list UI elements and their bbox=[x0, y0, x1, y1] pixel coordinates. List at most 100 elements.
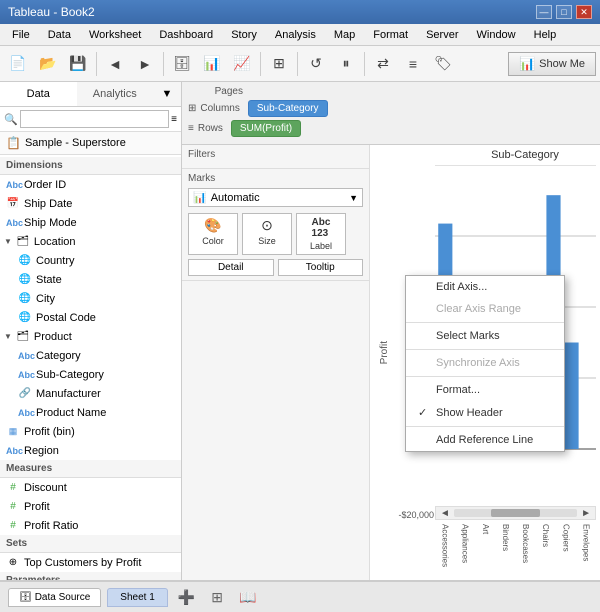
menu-help[interactable]: Help bbox=[526, 27, 565, 43]
tooltip-btn[interactable]: Tooltip bbox=[278, 259, 364, 276]
toolbar-chart2[interactable]: 📈 bbox=[228, 50, 256, 78]
toolbar-fwd[interactable]: ► bbox=[131, 50, 159, 78]
maximize-button[interactable]: □ bbox=[556, 5, 572, 19]
ctx-sep-3 bbox=[406, 376, 564, 377]
field-top-customers[interactable]: ⊕ Top Customers by Profit bbox=[0, 553, 181, 572]
toolbar-new[interactable]: 📄 bbox=[4, 50, 32, 78]
ctx-label: Format... bbox=[436, 384, 480, 396]
marks-label: Marks bbox=[188, 173, 363, 184]
label-btn[interactable]: Abc123 Label bbox=[296, 213, 346, 255]
datasource-tab-label: Data Source bbox=[35, 592, 91, 603]
menu-story[interactable]: Story bbox=[223, 27, 265, 43]
ctx-select-marks[interactable]: Select Marks bbox=[406, 325, 564, 347]
toolbar-back[interactable]: ◄ bbox=[101, 50, 129, 78]
sheet1-label: Sheet 1 bbox=[120, 592, 154, 603]
toolbar-filter[interactable]: ⊞ bbox=[265, 50, 293, 78]
menu-data[interactable]: Data bbox=[40, 27, 79, 43]
toolbar-sep-3 bbox=[260, 52, 261, 76]
menu-file[interactable]: File bbox=[4, 27, 38, 43]
ctx-add-ref-line[interactable]: Add Reference Line bbox=[406, 429, 564, 451]
app-title: Tableau - Book2 bbox=[8, 5, 95, 19]
field-product-name[interactable]: Abc Product Name bbox=[0, 403, 181, 422]
field-profit-ratio[interactable]: # Profit Ratio bbox=[0, 516, 181, 535]
expand-icon: ▼ bbox=[4, 237, 12, 246]
menu-map[interactable]: Map bbox=[326, 27, 363, 43]
field-sub-category[interactable]: Abc Sub-Category bbox=[0, 365, 181, 384]
toolbar-open[interactable]: 📂 bbox=[34, 50, 62, 78]
left-panel: Data Analytics ▼ 🔍 ≡ 📋 Sample - Supersto… bbox=[0, 82, 182, 580]
toolbar-chart1[interactable]: 📊 bbox=[198, 50, 226, 78]
ctx-format[interactable]: Format... bbox=[406, 379, 564, 401]
group-location[interactable]: ▼ 🗂 Location bbox=[0, 232, 181, 251]
menu-window[interactable]: Window bbox=[469, 27, 524, 43]
detail-btn[interactable]: Detail bbox=[188, 259, 274, 276]
field-order-id[interactable]: Abc Order ID bbox=[0, 175, 181, 194]
datasource-tab[interactable]: 🗄 Data Source bbox=[8, 588, 101, 607]
menu-dashboard[interactable]: Dashboard bbox=[151, 27, 221, 43]
ctx-sep-4 bbox=[406, 426, 564, 427]
minimize-button[interactable]: — bbox=[536, 5, 552, 19]
close-button[interactable]: ✕ bbox=[576, 5, 592, 19]
field-label: State bbox=[36, 274, 62, 286]
toolbar-refresh[interactable]: ↺ bbox=[302, 50, 330, 78]
chart-title: Sub-Category bbox=[370, 145, 600, 163]
menu-server[interactable]: Server bbox=[418, 27, 466, 43]
tab-data[interactable]: Data bbox=[0, 82, 77, 106]
sheet1-tab[interactable]: Sheet 1 bbox=[107, 588, 167, 607]
field-label: Top Customers by Profit bbox=[24, 557, 141, 569]
show-me-button[interactable]: 📊 Show Me bbox=[508, 52, 596, 76]
abc-icon: Abc bbox=[18, 370, 32, 380]
field-country[interactable]: 🌐 Country bbox=[0, 251, 181, 270]
menu-worksheet[interactable]: Worksheet bbox=[81, 27, 149, 43]
scroll-thumb[interactable] bbox=[491, 509, 540, 517]
field-state[interactable]: 🌐 State bbox=[0, 270, 181, 289]
field-postal-code[interactable]: 🌐 Postal Code bbox=[0, 308, 181, 327]
panel-options-btn[interactable]: ▼ bbox=[153, 82, 181, 106]
new-dashboard-icon: ⊞ bbox=[211, 589, 223, 606]
title-bar: Tableau - Book2 — □ ✕ bbox=[0, 0, 600, 24]
scroll-right-btn[interactable]: ► bbox=[579, 508, 593, 519]
marks-type-label: Automatic bbox=[211, 192, 260, 204]
group-product[interactable]: ▼ 🗂 Product bbox=[0, 327, 181, 346]
field-discount[interactable]: # Discount bbox=[0, 478, 181, 497]
field-profit-bin[interactable]: ▦ Profit (bin) bbox=[0, 422, 181, 441]
field-city[interactable]: 🌐 City bbox=[0, 289, 181, 308]
globe-icon: 🌐 bbox=[18, 312, 32, 323]
menu-format[interactable]: Format bbox=[365, 27, 416, 43]
tab-analytics[interactable]: Analytics bbox=[77, 82, 154, 106]
dropdown-arrow: ▼ bbox=[349, 193, 358, 203]
color-btn[interactable]: 🎨 Color bbox=[188, 213, 238, 255]
field-ship-mode[interactable]: Abc Ship Mode bbox=[0, 213, 181, 232]
sort-fields-icon[interactable]: ≡ bbox=[171, 114, 177, 125]
size-icon: ⊙ bbox=[261, 217, 273, 234]
marks-type-dropdown[interactable]: 📊 Automatic ▼ bbox=[188, 188, 363, 207]
toolbar-save[interactable]: 💾 bbox=[64, 50, 92, 78]
field-region[interactable]: Abc Region bbox=[0, 441, 181, 460]
toolbar-labels[interactable]: 🏷 bbox=[429, 50, 457, 78]
new-sheet-btn[interactable]: ➕ bbox=[172, 585, 201, 610]
toolbar-swap[interactable]: ⇄ bbox=[369, 50, 397, 78]
field-label: Profit Ratio bbox=[24, 520, 78, 532]
toolbar-sort[interactable]: ≡ bbox=[399, 50, 427, 78]
rows-pill[interactable]: SUM(Profit) bbox=[231, 120, 301, 137]
columns-pill[interactable]: Sub-Category bbox=[248, 100, 328, 117]
field-profit[interactable]: # Profit bbox=[0, 497, 181, 516]
expand-icon: ▼ bbox=[4, 332, 12, 341]
new-dashboard-btn[interactable]: ⊞ bbox=[205, 585, 229, 610]
ctx-edit-axis[interactable]: Edit Axis... bbox=[406, 276, 564, 298]
toolbar-pause[interactable]: ⏸ bbox=[332, 50, 360, 78]
scroll-left-btn[interactable]: ◄ bbox=[438, 508, 452, 519]
columns-icon: ⊞ bbox=[188, 103, 196, 114]
field-ship-date[interactable]: 📅 Ship Date bbox=[0, 194, 181, 213]
search-input[interactable] bbox=[20, 110, 169, 128]
field-category[interactable]: Abc Category bbox=[0, 346, 181, 365]
columns-label: Columns bbox=[200, 103, 239, 114]
field-manufacturer[interactable]: 🔗 Manufacturer bbox=[0, 384, 181, 403]
size-btn[interactable]: ⊙ Size bbox=[242, 213, 292, 255]
scroll-track[interactable] bbox=[454, 509, 577, 517]
toolbar-datasource[interactable]: 🗄 bbox=[168, 50, 196, 78]
new-story-btn[interactable]: 📖 bbox=[233, 585, 262, 610]
data-source-item[interactable]: 📋 Sample - Superstore bbox=[0, 132, 181, 155]
menu-analysis[interactable]: Analysis bbox=[267, 27, 324, 43]
ctx-show-header[interactable]: ✓ Show Header bbox=[406, 401, 564, 424]
